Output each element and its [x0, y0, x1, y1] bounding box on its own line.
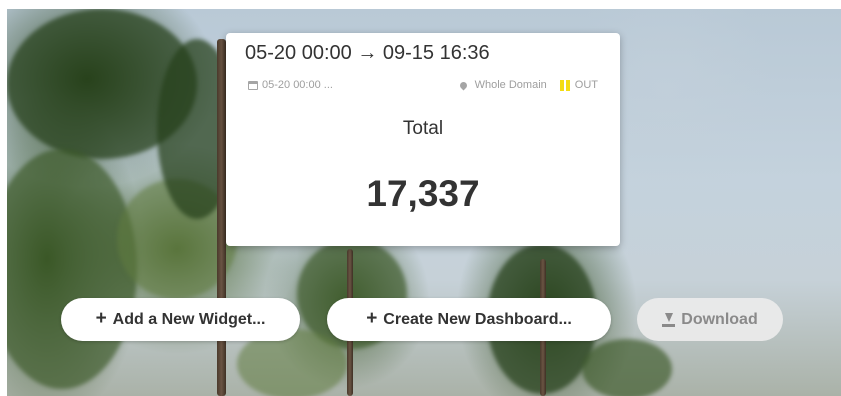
- widget-direction: OUT: [574, 79, 598, 91]
- total-widget-card[interactable]: 05-20 00:00 → 09-15 16:36 05-20 00:00 ..…: [226, 33, 620, 246]
- create-dashboard-label: Create New Dashboard...: [383, 310, 572, 328]
- map-marker-icon: [458, 80, 469, 90]
- widget-date-short: 05-20 00:00 ...: [262, 79, 333, 91]
- widget-scope: Whole Domain: [474, 79, 547, 91]
- download-button[interactable]: Download: [637, 298, 783, 341]
- tree-foliage: [582, 339, 672, 396]
- add-widget-button[interactable]: + Add a New Widget...: [61, 298, 300, 341]
- dashboard-background: 05-20 00:00 → 09-15 16:36 05-20 00:00 ..…: [7, 9, 841, 396]
- tree-foliage: [7, 149, 137, 389]
- tree-trunk: [217, 39, 226, 396]
- plus-icon: +: [95, 308, 107, 329]
- widget-date-range-title: 05-20 00:00 → 09-15 16:36: [245, 42, 490, 64]
- widget-scope-meta: Whole Domain OUT: [458, 79, 598, 91]
- calendar-icon: [248, 80, 258, 90]
- plus-icon: +: [366, 308, 378, 329]
- in-out-icon: [559, 79, 570, 91]
- download-icon: [662, 312, 676, 327]
- widget-metric-value: 17,337: [366, 173, 480, 214]
- widget-date-meta: 05-20 00:00 ...: [248, 79, 333, 91]
- download-label: Download: [681, 310, 758, 328]
- widget-metric-label: Total: [402, 118, 444, 139]
- create-dashboard-button[interactable]: + Create New Dashboard...: [327, 298, 611, 341]
- add-widget-label: Add a New Widget...: [112, 310, 266, 328]
